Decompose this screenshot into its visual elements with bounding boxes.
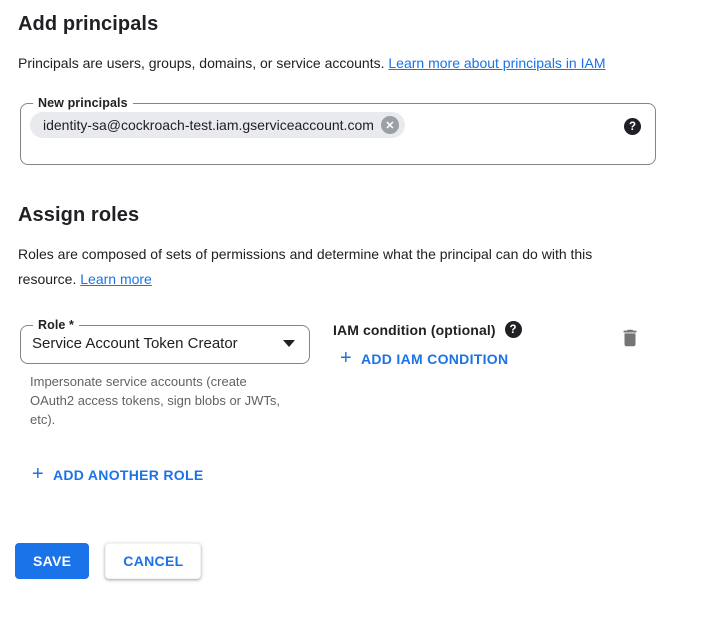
role-binding-row: Role * Service Account Token Creator Imp…	[18, 318, 695, 429]
iam-condition-help-icon[interactable]: ?	[505, 321, 522, 338]
add-another-role-label: ADD ANOTHER ROLE	[53, 467, 204, 483]
learn-more-principals-link[interactable]: Learn more about principals in IAM	[388, 55, 605, 71]
add-another-role-button[interactable]: + ADD ANOTHER ROLE	[32, 467, 204, 483]
role-field: Role * Service Account Token Creator	[20, 318, 310, 364]
new-principals-label: New principals	[33, 96, 133, 110]
principals-help-icon[interactable]: ?	[624, 118, 641, 135]
add-principals-panel: Add principals Principals are users, gro…	[0, 0, 713, 579]
add-iam-condition-label: ADD IAM CONDITION	[361, 351, 508, 367]
learn-more-roles-link[interactable]: Learn more	[80, 271, 152, 287]
page-title: Add principals	[18, 13, 695, 36]
action-buttons: SAVE CANCEL	[15, 543, 695, 579]
plus-icon: +	[32, 466, 44, 482]
assign-roles-title: Assign roles	[18, 204, 695, 227]
principal-chip-label: identity-sa@cockroach-test.iam.gservicea…	[43, 117, 374, 133]
assign-roles-description: Roles are composed of sets of permission…	[18, 242, 598, 292]
role-select[interactable]: Service Account Token Creator	[30, 332, 297, 352]
iam-condition-label: IAM condition (optional)	[333, 322, 496, 338]
role-column: Role * Service Account Token Creator Imp…	[18, 318, 310, 429]
plus-icon: +	[340, 350, 352, 366]
save-button[interactable]: SAVE	[15, 543, 89, 579]
cancel-button[interactable]: CANCEL	[105, 543, 201, 579]
principals-description: Principals are users, groups, domains, o…	[18, 51, 663, 76]
delete-role-button[interactable]	[619, 327, 641, 352]
principals-chip-row: identity-sa@cockroach-test.iam.gservicea…	[30, 112, 641, 138]
role-selected-value: Service Account Token Creator	[32, 335, 238, 352]
role-description: Impersonate service accounts (create OAu…	[30, 372, 292, 429]
principals-description-text: Principals are users, groups, domains, o…	[18, 55, 388, 71]
iam-condition-label-row: IAM condition (optional) ?	[333, 321, 522, 338]
principal-chip[interactable]: identity-sa@cockroach-test.iam.gservicea…	[30, 112, 405, 138]
trash-icon	[619, 327, 641, 349]
iam-condition-column: IAM condition (optional) ? + ADD IAM CON…	[333, 318, 522, 370]
dropdown-arrow-icon	[283, 340, 295, 347]
new-principals-field[interactable]: New principals identity-sa@cockroach-tes…	[20, 96, 656, 165]
remove-principal-icon[interactable]: ✕	[381, 116, 399, 134]
role-field-label: Role *	[33, 318, 79, 332]
delete-role-column	[619, 318, 641, 354]
add-iam-condition-button[interactable]: + ADD IAM CONDITION	[340, 351, 508, 367]
